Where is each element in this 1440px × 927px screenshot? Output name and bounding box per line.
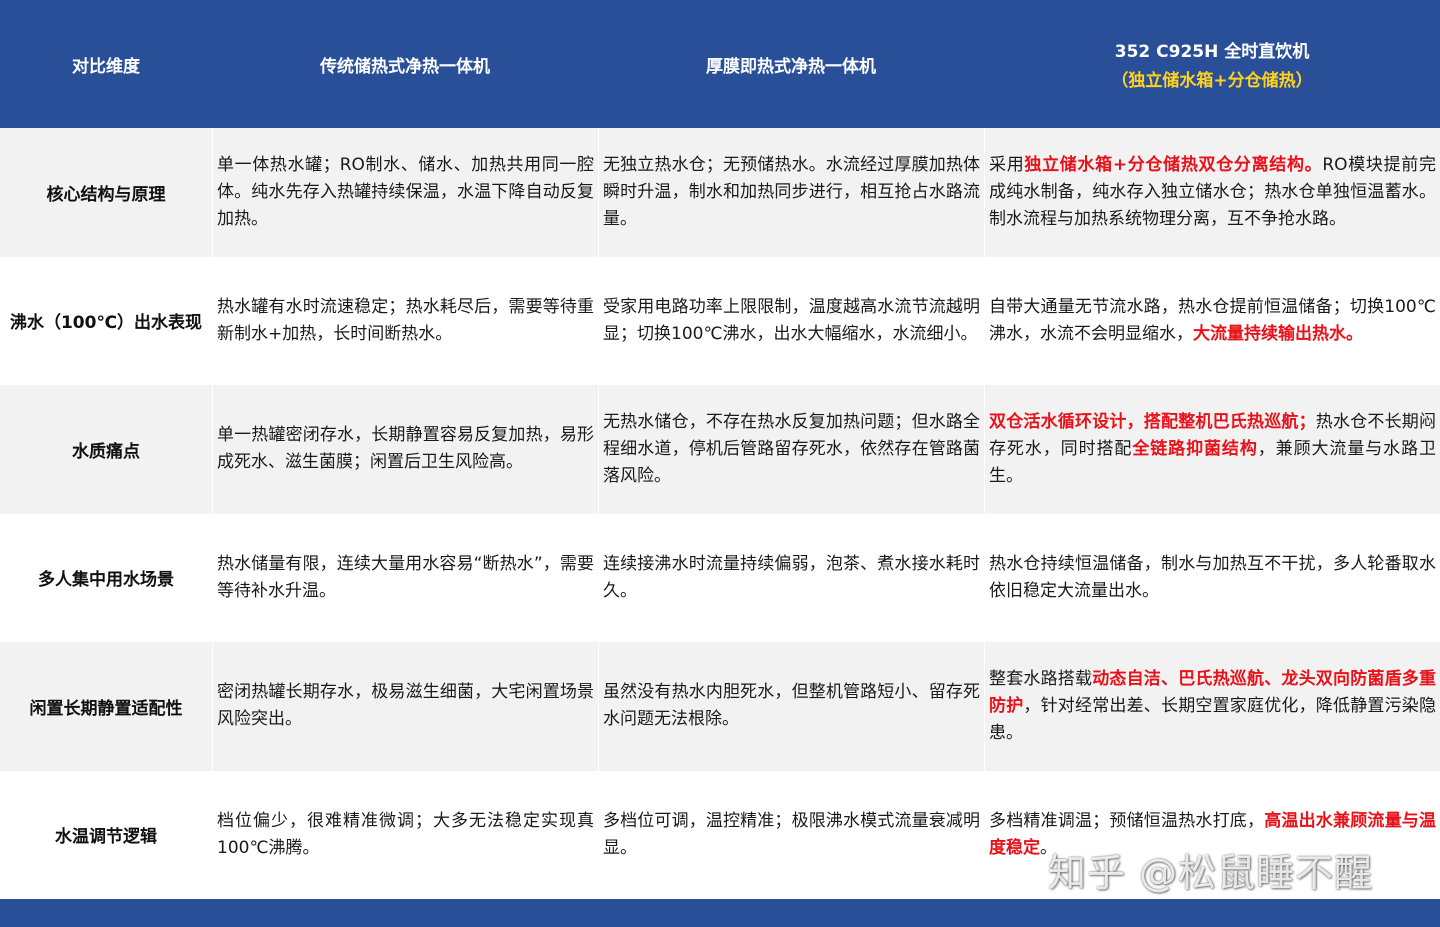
header-thickfilm-label: 厚膜即热式净热一体机 bbox=[706, 56, 876, 77]
cell-text: 档位偏少，很难精准微调；大多无法稳定实现真100℃沸腾。 bbox=[217, 810, 594, 858]
comparison-table: 对比维度 传统储热式净热一体机 厚膜即热式净热一体机 352 C925H 全时直… bbox=[0, 0, 1440, 899]
table-cell: 采用独立储水箱+分仓储热双仓分离结构。RO模块提前完成纯水制备，纯水存入独立储水… bbox=[984, 128, 1440, 257]
row-dimension-label: 水温调节逻辑 bbox=[55, 827, 157, 848]
cell-text: 无独立热水仓；无预储热水。水流经过厚膜加热体瞬时升温，制水和加热同步进行，相互抢… bbox=[603, 154, 980, 229]
table-cell: 热水储量有限，连续大量用水容易“断热水”，需要等待补水升温。 bbox=[212, 513, 598, 642]
plain-text: 多档精准调温；预储恒温热水打底， bbox=[989, 810, 1265, 831]
header-dimension: 对比维度 bbox=[0, 0, 212, 128]
table-cell: 单一热罐密闭存水，长期静置容易反复加热，易形成死水、滋生菌膜；闲置后卫生风险高。 bbox=[212, 385, 598, 514]
cell-text: 受家用电路功率上限限制，温度越高水流节流越明显；切换100℃沸水，出水大幅缩水，… bbox=[603, 296, 980, 344]
header-product-subtitle: （独立储水箱+分仓储热） bbox=[1111, 71, 1313, 91]
header-traditional-label: 传统储热式净热一体机 bbox=[320, 56, 490, 77]
highlight-text: 双仓活水循环设计，搭配整机巴氏热巡航； bbox=[989, 411, 1316, 432]
row-dimension: 水温调节逻辑 bbox=[0, 770, 212, 899]
cell-text: 密闭热罐长期存水，极易滋生细菌，大宅闲置场景风险突出。 bbox=[217, 682, 594, 730]
cell-text: 虽然没有热水内胆死水，但整机管路短小、留存死水问题无法根除。 bbox=[603, 682, 980, 730]
table-cell: 无独立热水仓；无预储热水。水流经过厚膜加热体瞬时升温，制水和加热同步进行，相互抢… bbox=[598, 128, 984, 257]
cell-text: 热水仓持续恒温储备，制水与加热互不干扰，多人轮番取水依旧稳定大流量出水。 bbox=[989, 551, 1436, 605]
cell-text: 连续接沸水时流量持续偏弱，泡茶、煮水接水耗时久。 bbox=[603, 553, 980, 601]
cell-text: 自带大通量无节流水路，热水仓提前恒温储备；切换100℃沸水，水流不会明显缩水，大… bbox=[989, 294, 1436, 348]
cell-text: 多档位可调，温控精准；极限沸水模式流量衰减明显。 bbox=[603, 810, 980, 858]
cell-text: 单一热罐密闭存水，长期静置容易反复加热，易形成死水、滋生菌膜；闲置后卫生风险高。 bbox=[217, 425, 594, 473]
highlight-text: 大流量持续输出热水。 bbox=[1193, 323, 1363, 344]
table-cell: 连续接沸水时流量持续偏弱，泡茶、煮水接水耗时久。 bbox=[598, 513, 984, 642]
table-cell: 虽然没有热水内胆死水，但整机管路短小、留存死水问题无法根除。 bbox=[598, 642, 984, 771]
row-dimension-label: 闲置长期静置适配性 bbox=[29, 698, 183, 719]
table-cell: 受家用电路功率上限限制，温度越高水流节流越明显；切换100℃沸水，出水大幅缩水，… bbox=[598, 256, 984, 385]
cell-text: 无热水储仓，不存在热水反复加热问题；但水路全程细水道，停机后管路留存死水，依然存… bbox=[603, 411, 980, 486]
table-cell: 多档位可调，温控精准；极限沸水模式流量衰减明显。 bbox=[598, 770, 984, 899]
header-product: 352 C925H 全时直饮机 （独立储水箱+分仓储热） bbox=[984, 0, 1440, 128]
row-dimension: 闲置长期静置适配性 bbox=[0, 642, 212, 771]
table-cell: 双仓活水循环设计，搭配整机巴氏热巡航；热水仓不长期闷存死水，同时搭配全链路抑菌结… bbox=[984, 385, 1440, 514]
watermark: 知乎 @松鼠睡不醒 bbox=[1048, 851, 1374, 895]
table-cell: 自带大通量无节流水路，热水仓提前恒温储备；切换100℃沸水，水流不会明显缩水，大… bbox=[984, 256, 1440, 385]
cell-text: 双仓活水循环设计，搭配整机巴氏热巡航；热水仓不长期闷存死水，同时搭配全链路抑菌结… bbox=[989, 409, 1436, 490]
header-thickfilm: 厚膜即热式净热一体机 bbox=[598, 0, 984, 128]
table-cell: 密闭热罐长期存水，极易滋生细菌，大宅闲置场景风险突出。 bbox=[212, 642, 598, 771]
header-dimension-label: 对比维度 bbox=[72, 56, 140, 77]
row-dimension-label: 沸水（100℃）出水表现 bbox=[9, 313, 203, 334]
cell-text: 热水储量有限，连续大量用水容易“断热水”，需要等待补水升温。 bbox=[217, 553, 594, 601]
table-cell: 整套水路搭载动态自洁、巴氏热巡航、龙头双向防菌盾多重防护，针对经常出差、长期空置… bbox=[984, 642, 1440, 771]
cell-text: 热水罐有水时流速稳定；热水耗尽后，需要等待重新制水+加热，长时间断热水。 bbox=[217, 296, 594, 344]
plain-text: 整套水路搭载 bbox=[989, 668, 1093, 689]
cell-text: 单一体热水罐；RO制水、储水、加热共用同一腔体。纯水先存入热罐持续保温，水温下降… bbox=[217, 154, 594, 229]
table-cell: 档位偏少，很难精准微调；大多无法稳定实现真100℃沸腾。 bbox=[212, 770, 598, 899]
row-dimension-label: 水质痛点 bbox=[72, 441, 140, 462]
row-dimension: 水质痛点 bbox=[0, 385, 212, 514]
plain-text: 采用 bbox=[989, 154, 1025, 175]
cell-text: 采用独立储水箱+分仓储热双仓分离结构。RO模块提前完成纯水制备，纯水存入独立储水… bbox=[989, 152, 1436, 233]
header-product-title: 352 C925H 全时直饮机 bbox=[1114, 42, 1310, 62]
row-dimension: 沸水（100℃）出水表现 bbox=[0, 256, 212, 385]
table-cell: 热水仓持续恒温储备，制水与加热互不干扰，多人轮番取水依旧稳定大流量出水。 bbox=[984, 513, 1440, 642]
plain-text: 热水仓持续恒温储备，制水与加热互不干扰，多人轮番取水依旧稳定大流量出水。 bbox=[989, 553, 1436, 601]
table-cell: 热水罐有水时流速稳定；热水耗尽后，需要等待重新制水+加热，长时间断热水。 bbox=[212, 256, 598, 385]
header-traditional: 传统储热式净热一体机 bbox=[212, 0, 598, 128]
footer-bar bbox=[0, 899, 1440, 927]
table-cell: 单一体热水罐；RO制水、储水、加热共用同一腔体。纯水先存入热罐持续保温，水温下降… bbox=[212, 128, 598, 257]
cell-text: 整套水路搭载动态自洁、巴氏热巡航、龙头双向防菌盾多重防护，针对经常出差、长期空置… bbox=[989, 666, 1436, 747]
row-dimension: 多人集中用水场景 bbox=[0, 513, 212, 642]
row-dimension-label: 多人集中用水场景 bbox=[38, 570, 174, 591]
highlight-text: 独立储水箱+分仓储热双仓分离结构。 bbox=[1024, 154, 1323, 175]
row-dimension: 核心结构与原理 bbox=[0, 128, 212, 257]
highlight-text: 全链路抑菌结构 bbox=[1132, 438, 1258, 459]
table-cell: 无热水储仓，不存在热水反复加热问题；但水路全程细水道，停机后管路留存死水，依然存… bbox=[598, 385, 984, 514]
plain-text: ，针对经常出差、长期空置家庭优化，降低静置污染隐患。 bbox=[989, 695, 1437, 743]
row-dimension-label: 核心结构与原理 bbox=[46, 184, 166, 205]
